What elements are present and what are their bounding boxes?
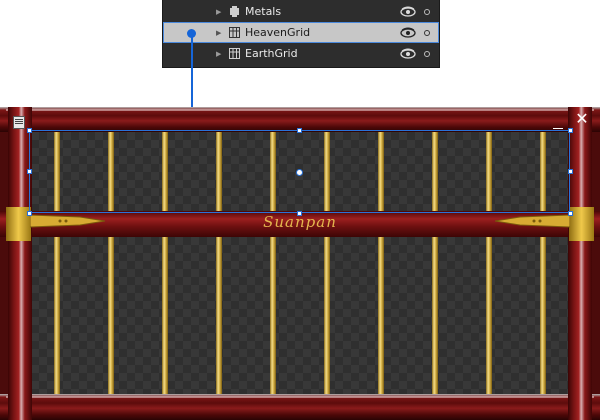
earth-rod: [162, 237, 168, 394]
layer-row-metals[interactable]: ▶ Metals: [163, 1, 439, 22]
resize-handle-bottom[interactable]: [297, 211, 302, 216]
grid-icon: [229, 27, 240, 38]
layer-row-heavengrid[interactable]: ▶ HeavenGrid: [163, 22, 439, 43]
earth-tray: [31, 237, 569, 394]
earth-rod: [324, 237, 330, 394]
close-icon[interactable]: ✕: [574, 112, 590, 128]
expand-arrow-icon[interactable]: ▶: [216, 8, 221, 16]
earth-rod: [432, 237, 438, 394]
right-pointer-icon: [495, 214, 570, 228]
earth-rod: [270, 237, 276, 394]
visibility-eye-icon[interactable]: [400, 6, 416, 17]
layer-name: Metals: [245, 5, 282, 18]
resize-handle-left[interactable]: [27, 169, 32, 174]
left-pointer-icon: [30, 214, 105, 228]
expand-arrow-icon[interactable]: ▶: [216, 50, 221, 58]
earth-rod: [54, 237, 60, 394]
grid-icon: [229, 48, 240, 59]
visibility-eye-icon[interactable]: [400, 48, 416, 59]
resize-handle-right[interactable]: [568, 169, 573, 174]
resize-handle-bottom-left[interactable]: [27, 211, 32, 216]
metals-icon: [230, 6, 239, 17]
lock-toggle[interactable]: [424, 8, 430, 15]
earth-rod: [108, 237, 114, 394]
earth-rod: [486, 237, 492, 394]
resize-handle-top-right[interactable]: [568, 128, 573, 133]
lock-toggle[interactable]: [424, 29, 430, 36]
app-icon[interactable]: [13, 116, 25, 129]
visibility-eye-icon[interactable]: [400, 27, 416, 38]
layer-name: HeavenGrid: [245, 26, 311, 39]
minimize-icon[interactable]: [553, 120, 565, 129]
resize-handle-top[interactable]: [297, 128, 302, 133]
layer-row-earthgrid[interactable]: ▶ EarthGrid: [163, 43, 439, 64]
earth-rod: [540, 237, 546, 394]
expand-arrow-icon[interactable]: ▶: [216, 29, 221, 37]
resize-handle-bottom-right[interactable]: [568, 211, 573, 216]
top-frame-highlight: [6, 109, 594, 111]
earth-rod: [216, 237, 222, 394]
earth-rod: [378, 237, 384, 394]
right-post: [568, 107, 592, 420]
layer-connector-dot: [187, 29, 196, 38]
bottom-frame-highlight: [6, 396, 594, 398]
layer-name: EarthGrid: [245, 47, 298, 60]
lock-toggle[interactable]: [424, 50, 430, 57]
center-point-handle[interactable]: [296, 169, 303, 176]
resize-handle-top-left[interactable]: [27, 128, 32, 133]
layers-panel: ▶ Metals ▶ HeavenGrid ▶ EarthGrid: [163, 0, 439, 67]
